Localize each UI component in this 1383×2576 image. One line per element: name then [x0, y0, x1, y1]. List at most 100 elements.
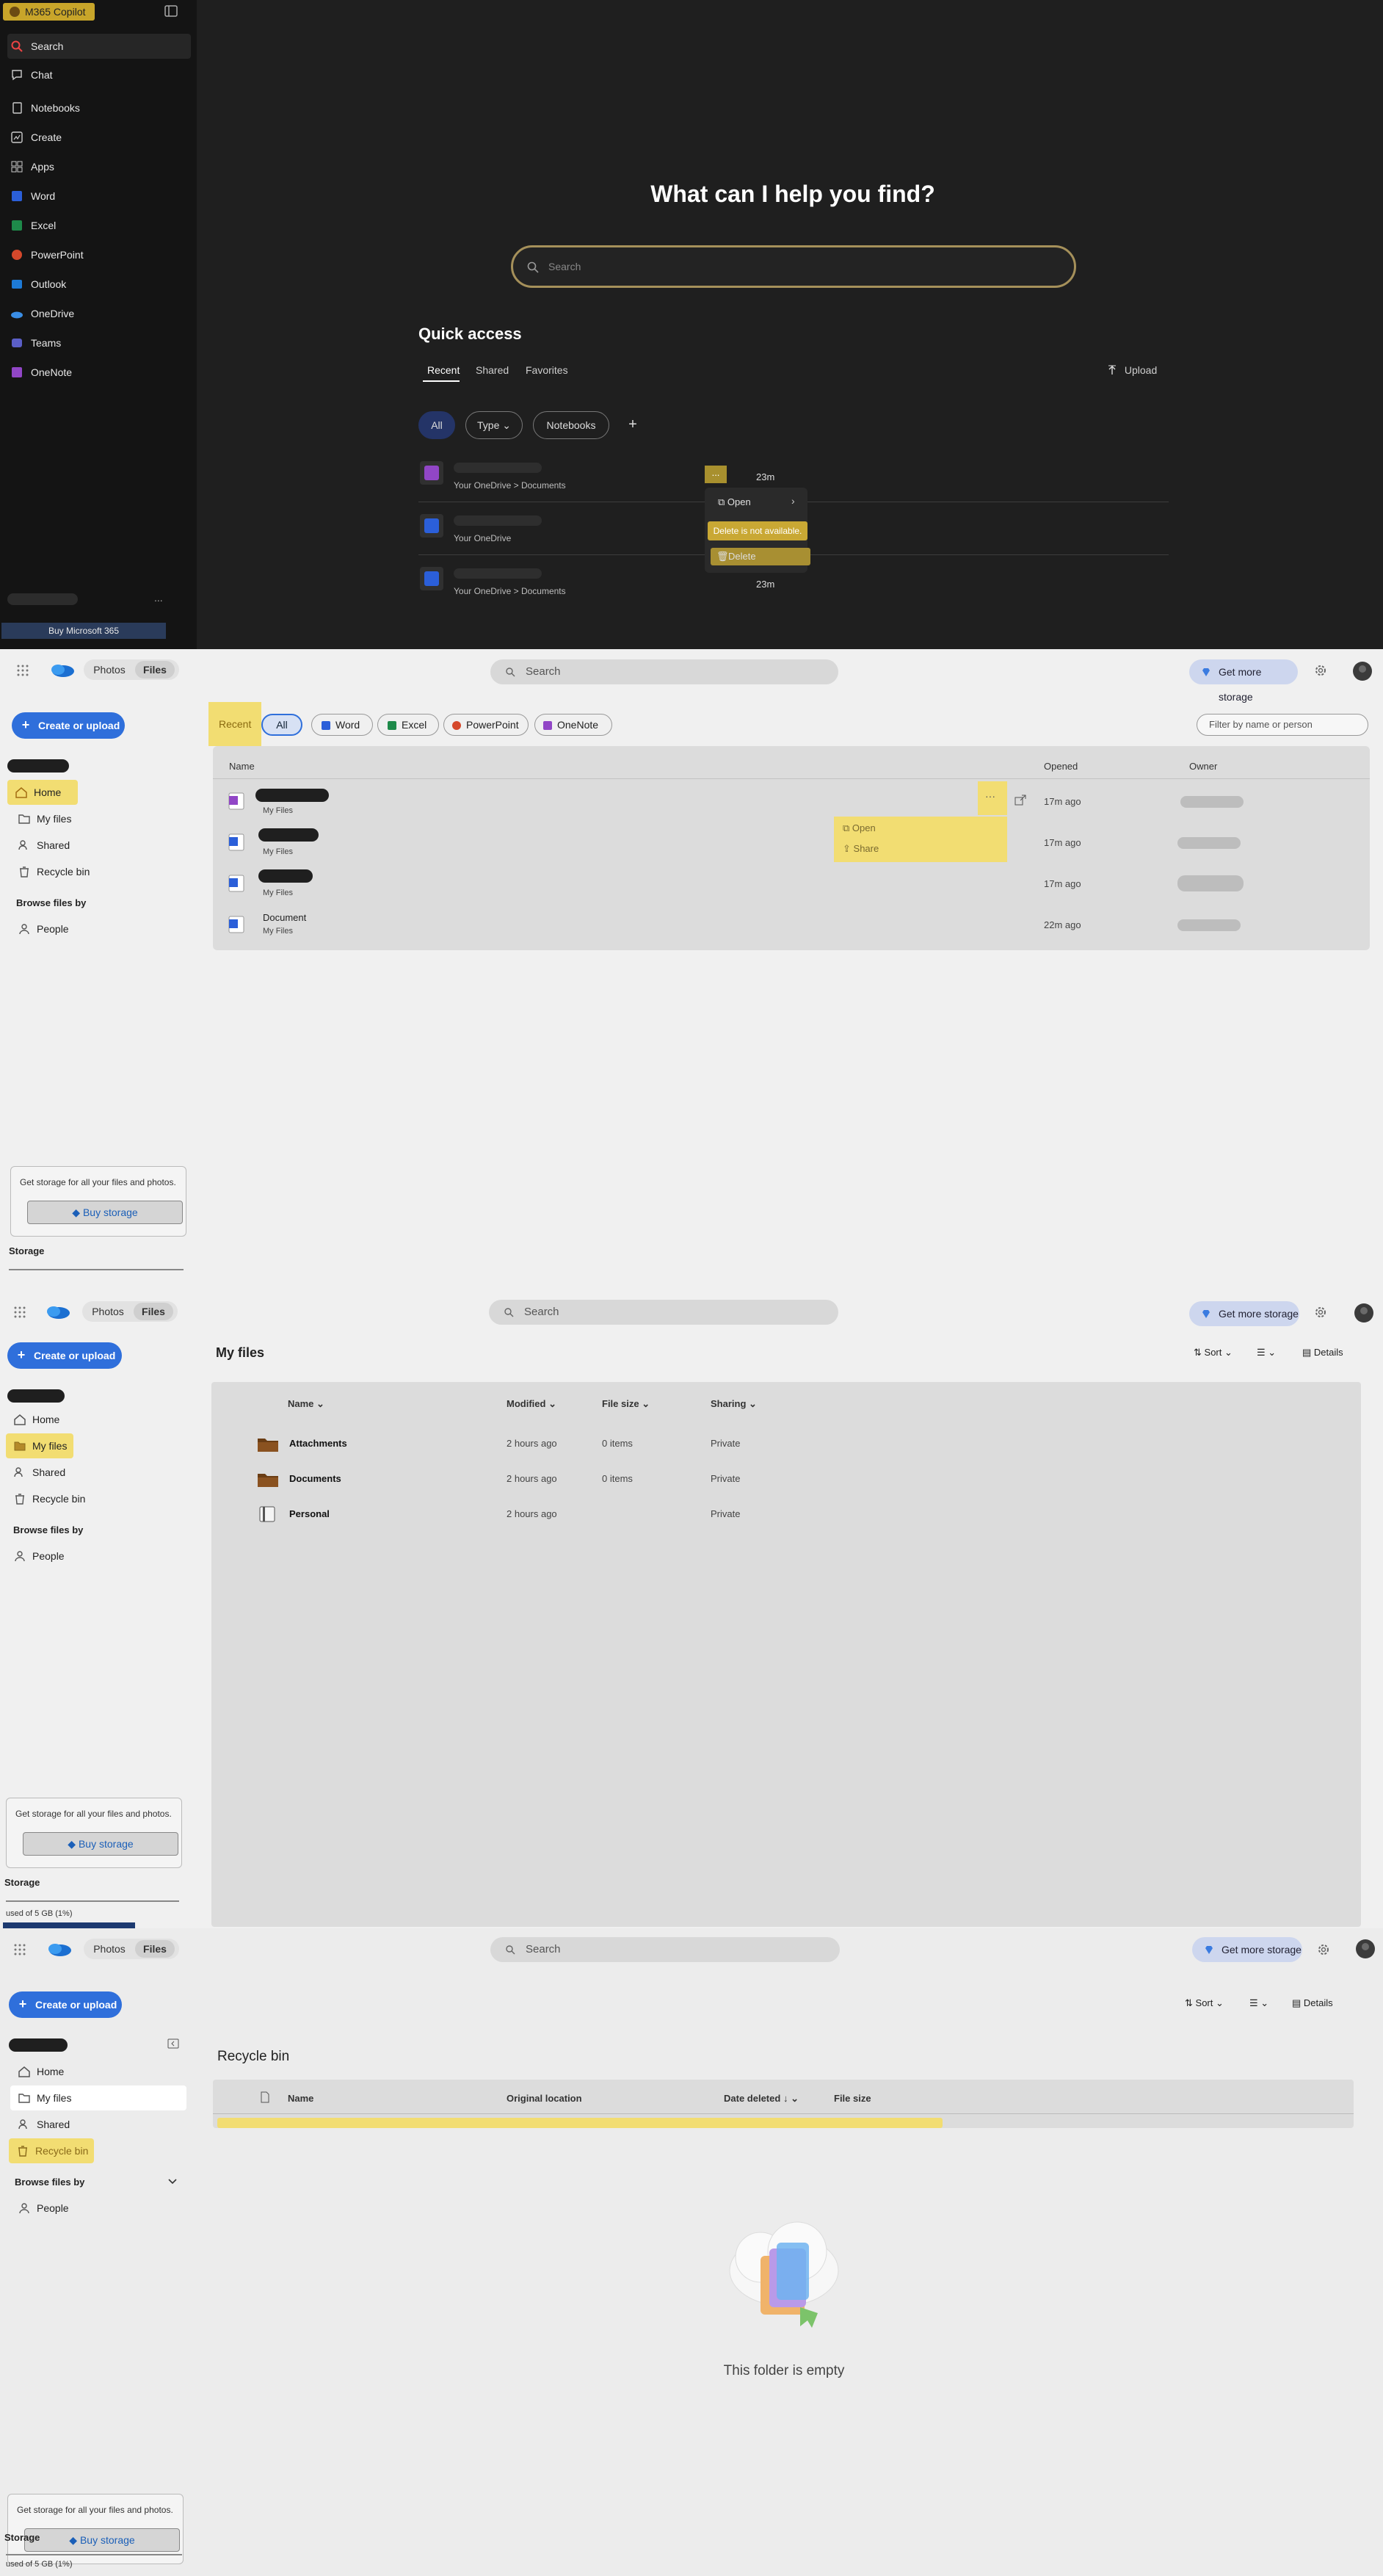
nav-create[interactable]: Create [7, 125, 191, 150]
toggle-photos[interactable]: Photos [87, 1940, 132, 1958]
get-more-storage-button[interactable]: Get more storage [1189, 1301, 1299, 1326]
buy-m365-button[interactable]: Buy Microsoft 365 [1, 623, 166, 639]
toggle-files[interactable]: Files [134, 1303, 173, 1320]
column-opened[interactable]: Opened [1044, 761, 1078, 772]
view-options-button[interactable]: ☰ ⌄ [1249, 1997, 1268, 2009]
tab-shared[interactable]: Shared [476, 364, 509, 376]
nav-shared[interactable]: Shared [6, 1460, 182, 1485]
nav-home[interactable]: Home [6, 1407, 182, 1432]
settings-gear-icon[interactable] [1314, 1306, 1327, 1319]
app-launcher-icon[interactable] [13, 1943, 26, 1956]
column-original-location[interactable]: Original location [507, 2093, 582, 2104]
column-file-size[interactable]: File size ⌄ [602, 1398, 650, 1410]
chip-type[interactable]: Type ⌄ [465, 411, 523, 439]
menu-open[interactable]: ⧉ Open [843, 822, 876, 834]
app-launcher-icon[interactable] [16, 664, 29, 677]
table-row[interactable]: My Files 17m ago [213, 864, 1370, 903]
filter-powerpoint[interactable]: PowerPoint [443, 714, 529, 736]
search-input[interactable]: Search [490, 659, 838, 684]
table-row[interactable]: Attachments 2 hours ago 0 items Private [211, 1426, 1361, 1461]
column-sharing[interactable]: Sharing ⌄ [711, 1398, 757, 1410]
share-icon[interactable] [1014, 795, 1026, 806]
view-options-button[interactable]: ☰ ⌄ [1257, 1347, 1276, 1358]
table-row[interactable]: Document My Files 22m ago [213, 905, 1370, 944]
nav-word[interactable]: Word [7, 184, 191, 209]
nav-recycle-bin[interactable]: Recycle bin [9, 2138, 94, 2163]
nav-my-files[interactable]: My files [10, 2085, 186, 2110]
nav-shared[interactable]: Shared [10, 833, 186, 858]
filter-all[interactable]: All [261, 714, 302, 736]
nav-powerpoint[interactable]: PowerPoint [7, 242, 191, 267]
buy-storage-button[interactable]: ◆ Buy storage [27, 1201, 183, 1224]
table-row[interactable]: Personal 2 hours ago Private [211, 1497, 1361, 1532]
nav-onenote[interactable]: OneNote [7, 360, 191, 385]
nav-excel[interactable]: Excel [7, 213, 191, 238]
create-or-upload-button[interactable]: + Create or upload [12, 712, 125, 739]
get-more-storage-button[interactable]: Get more storage [1192, 1937, 1302, 1962]
toggle-files[interactable]: Files [135, 661, 175, 679]
search-input[interactable]: Search [511, 245, 1076, 288]
column-name[interactable]: Name ⌄ [288, 1398, 324, 1410]
nav-apps[interactable]: Apps [7, 154, 191, 179]
account-placeholder[interactable] [7, 593, 78, 605]
menu-share[interactable]: ⇪ Share [843, 843, 879, 855]
column-name[interactable]: Name [229, 761, 255, 772]
nav-my-files[interactable]: My files [10, 806, 186, 831]
toggle-files[interactable]: Files [135, 1940, 175, 1958]
column-owner[interactable]: Owner [1189, 761, 1217, 772]
table-row[interactable]: My Files 17m ago [213, 781, 1370, 821]
toggle-photos[interactable]: Photos [85, 1303, 131, 1320]
settings-gear-icon[interactable] [1314, 664, 1327, 677]
nav-home[interactable]: Home [10, 2059, 186, 2084]
tab-recent[interactable]: Recent [427, 364, 460, 376]
create-or-upload-button[interactable]: + Create or upload [7, 1342, 122, 1369]
filter-onenote[interactable]: OneNote [534, 714, 612, 736]
nav-teams[interactable]: Teams [7, 330, 191, 355]
chip-all[interactable]: All [418, 411, 455, 439]
collapse-icon[interactable] [167, 2038, 179, 2049]
sidebar-toggle-icon[interactable] [164, 4, 178, 18]
account-more-button[interactable]: ... [154, 592, 163, 604]
buy-storage-button[interactable]: ◆ Buy storage [24, 2528, 180, 2552]
table-row[interactable]: My Files 17m ago [213, 822, 1370, 862]
create-or-upload-button[interactable]: + Create or upload [9, 1991, 122, 2018]
filter-by-name-input[interactable]: Filter by name or person [1197, 714, 1368, 736]
avatar[interactable] [1355, 1939, 1376, 1959]
app-launcher-icon[interactable] [13, 1306, 26, 1319]
tab-favorites[interactable]: Favorites [526, 364, 568, 376]
toggle-photos[interactable]: Photos [87, 661, 132, 679]
menu-delete[interactable]: 🗑 Delete [711, 548, 810, 565]
brand-badge[interactable]: M365 Copilot [3, 3, 95, 21]
table-row[interactable]: Documents 2 hours ago 0 items Private [211, 1461, 1361, 1497]
column-file-size[interactable]: File size [834, 2093, 871, 2104]
nav-recycle-bin[interactable]: Recycle bin [6, 1486, 182, 1511]
nav-home[interactable]: Home [7, 780, 78, 805]
nav-search[interactable]: Search [7, 34, 191, 59]
chip-notebooks[interactable]: Notebooks [533, 411, 609, 439]
nav-my-files[interactable]: My files [6, 1433, 73, 1458]
details-button[interactable]: ▤ Details [1292, 1997, 1333, 2009]
avatar[interactable] [1354, 1303, 1374, 1323]
column-name[interactable]: Name [288, 2093, 313, 2104]
chevron-down-icon[interactable] [167, 2177, 178, 2187]
avatar[interactable] [1352, 661, 1373, 681]
settings-gear-icon[interactable] [1317, 1943, 1330, 1956]
details-button[interactable]: ▤ Details [1302, 1347, 1343, 1358]
nav-outlook[interactable]: Outlook [7, 272, 191, 297]
column-date-deleted[interactable]: Date deleted ↓ ⌄ [724, 2093, 799, 2105]
nav-people[interactable]: People [10, 2196, 186, 2221]
nav-notebooks[interactable]: Notebooks [7, 95, 191, 120]
nav-onedrive[interactable]: OneDrive [7, 301, 191, 326]
more-options-button[interactable]: ... [705, 466, 727, 483]
menu-open[interactable]: ⧉ Open [718, 496, 751, 508]
nav-people[interactable]: People [10, 916, 186, 941]
buy-storage-button[interactable]: ◆ Buy storage [23, 1832, 178, 1856]
sort-button[interactable]: ⇅ Sort ⌄ [1194, 1347, 1233, 1358]
add-filter-button[interactable]: + [618, 411, 647, 439]
nav-people[interactable]: People [6, 1544, 182, 1569]
sort-button[interactable]: ⇅ Sort ⌄ [1185, 1997, 1224, 2009]
nav-chat[interactable]: Chat [7, 62, 191, 87]
more-options-button[interactable]: ··· [978, 781, 1007, 815]
upload-button[interactable]: Upload [1107, 364, 1157, 376]
column-modified[interactable]: Modified ⌄ [507, 1398, 556, 1410]
